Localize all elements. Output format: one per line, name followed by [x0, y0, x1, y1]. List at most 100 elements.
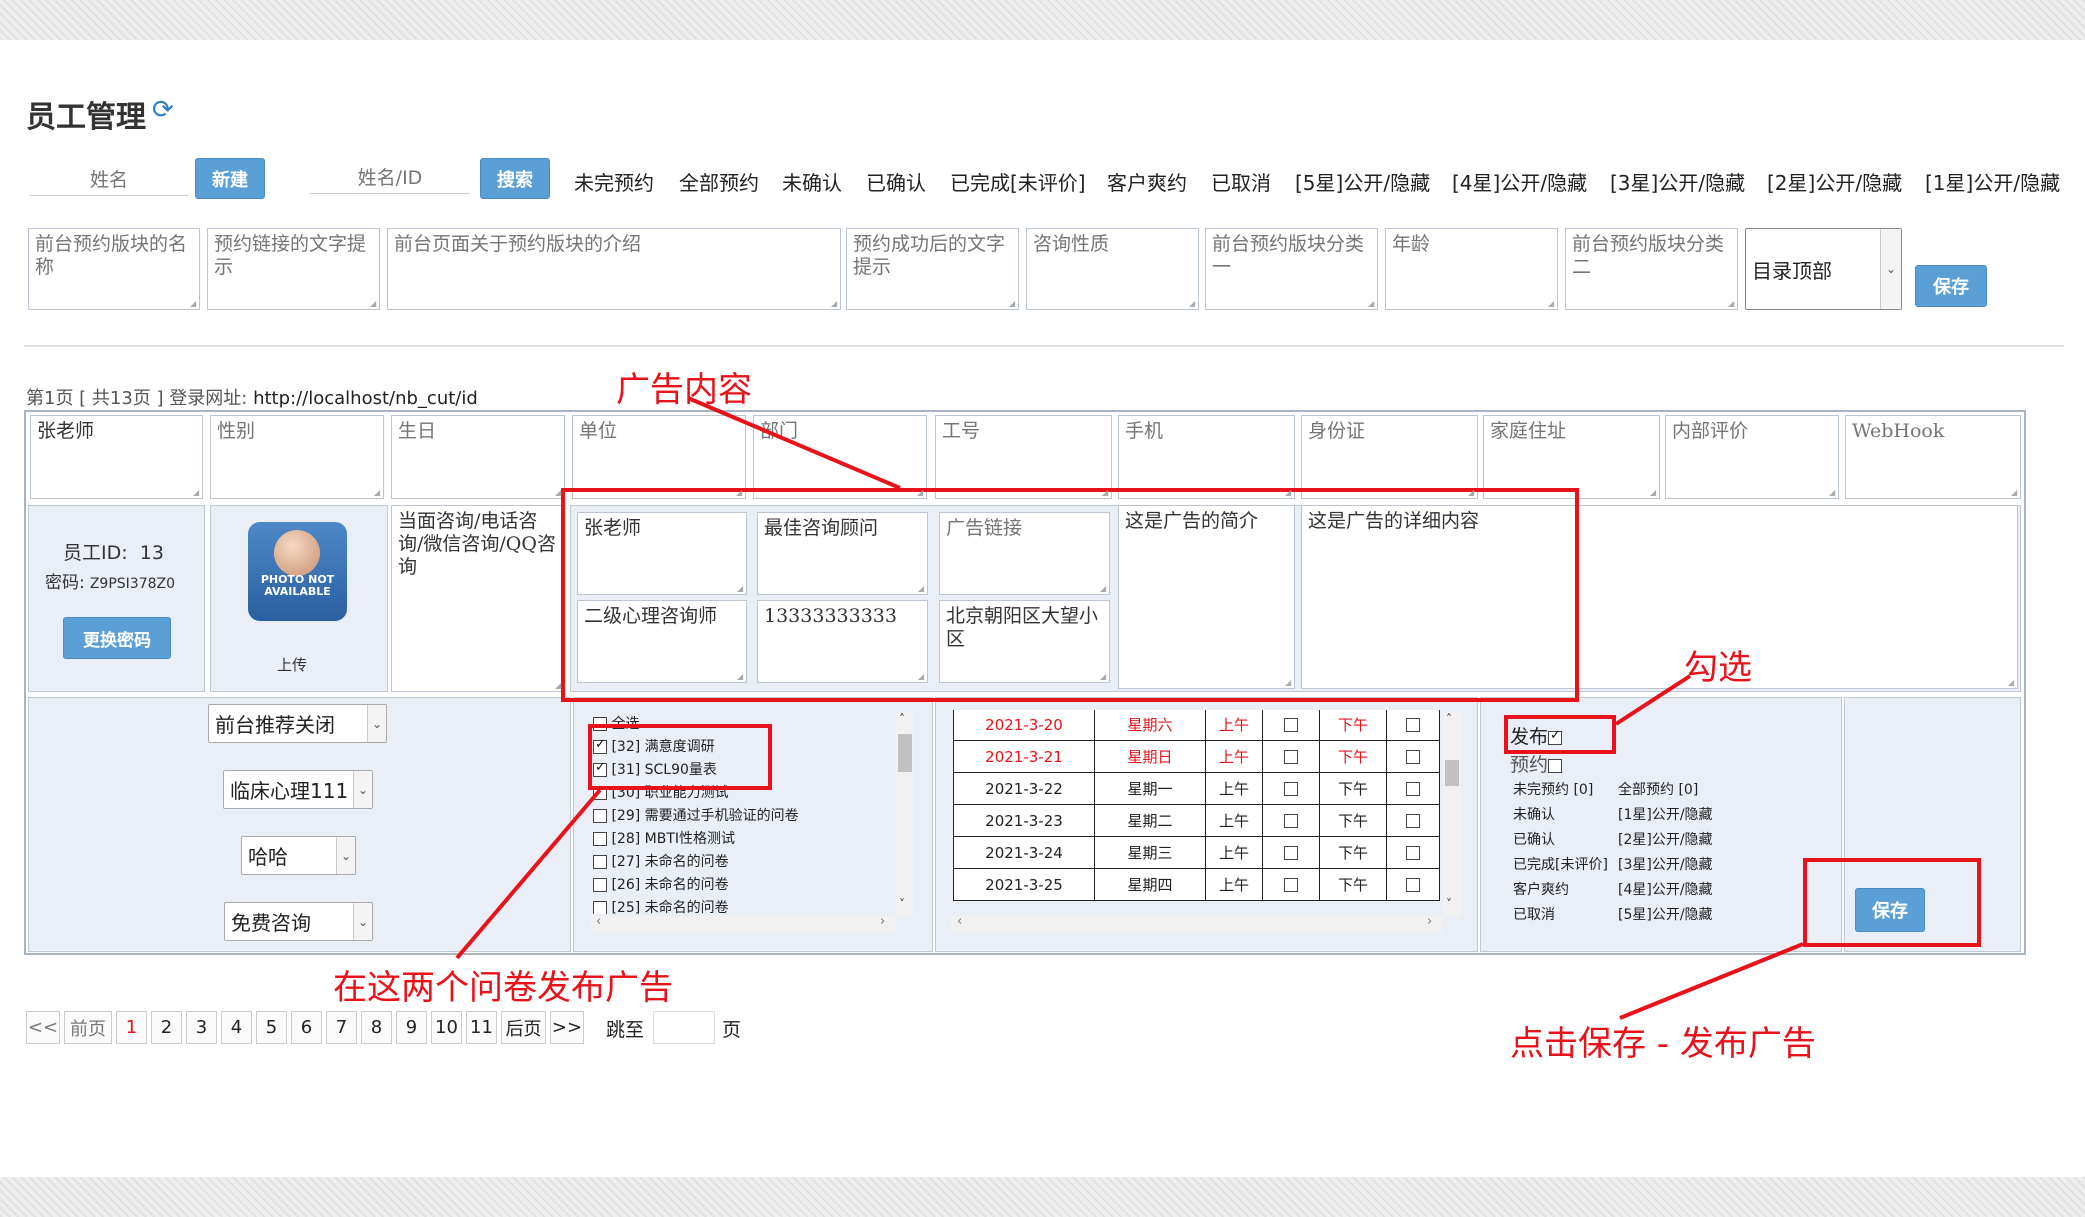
change-password-button[interactable]: 更换密码	[63, 617, 171, 659]
resize-grip-icon[interactable]: ◢	[555, 488, 561, 497]
pm-checkbox[interactable]	[1406, 846, 1420, 860]
unit-field[interactable]	[572, 415, 746, 499]
scroll-right-icon[interactable]: ›	[1427, 914, 1432, 929]
page-5-button[interactable]: 5	[256, 1011, 287, 1044]
booking-checkbox[interactable]	[1548, 758, 1563, 773]
resize-grip-icon[interactable]: ◢	[555, 681, 561, 690]
filter-link-1[interactable]: 全部预约	[679, 167, 759, 196]
pm-checkbox[interactable]	[1406, 718, 1420, 732]
stat-link[interactable]: 未确认	[1513, 803, 1618, 828]
category-select[interactable]: 临床心理111 ⌄	[223, 770, 373, 809]
schedule-pm-slot[interactable]	[1386, 868, 1440, 901]
resize-grip-icon[interactable]: ◢	[737, 672, 743, 681]
schedule-am-slot[interactable]	[1262, 740, 1320, 773]
schedule-am-slot[interactable]	[1262, 868, 1320, 901]
am-checkbox[interactable]	[1284, 782, 1298, 796]
filter-link-10[interactable]: [2星]公开/隐藏	[1767, 167, 1902, 196]
questionnaire-checkbox[interactable]	[593, 855, 607, 869]
scroll-left-icon[interactable]: ‹	[957, 914, 962, 929]
page-2-button[interactable]: 2	[151, 1011, 182, 1044]
age-field[interactable]	[1385, 228, 1558, 310]
questionnaire-checkbox[interactable]	[593, 901, 607, 914]
resize-grip-icon[interactable]: ◢	[736, 488, 742, 497]
stat-link[interactable]: 未完预约 [0]	[1513, 778, 1618, 803]
questionnaire-item[interactable]: [28] MBTI性格测试	[593, 828, 735, 848]
stat-link[interactable]: 已完成[未评价]	[1513, 853, 1618, 878]
resize-grip-icon[interactable]: ◢	[374, 488, 380, 497]
page-7-button[interactable]: 7	[326, 1011, 357, 1044]
employee-name-field[interactable]: 张老师	[30, 415, 203, 499]
questionnaire-checkbox[interactable]	[593, 878, 607, 892]
search-input[interactable]	[310, 162, 470, 194]
filter-link-5[interactable]: 客户爽约	[1107, 167, 1187, 196]
resize-grip-icon[interactable]: ◢	[831, 299, 837, 308]
refresh-icon[interactable]: ⟳	[152, 95, 174, 125]
resize-grip-icon[interactable]: ◢	[1728, 299, 1734, 308]
consult-type-select[interactable]: 免费咨询 ⌄	[224, 902, 373, 941]
stat-link[interactable]: 全部预约 [0]	[1618, 782, 1698, 798]
am-checkbox[interactable]	[1284, 878, 1298, 892]
schedule-pm-slot[interactable]	[1386, 772, 1440, 805]
recommend-select[interactable]: 前台推荐关闭 ⌄	[208, 704, 387, 743]
resize-grip-icon[interactable]: ◢	[1189, 299, 1195, 308]
stat-link[interactable]: 已取消	[1513, 903, 1618, 928]
next-page-button[interactable]: 后页	[501, 1011, 546, 1044]
last-page-button[interactable]: >>	[550, 1011, 584, 1044]
department-field[interactable]	[753, 415, 927, 499]
pm-checkbox[interactable]	[1406, 782, 1420, 796]
directory-select[interactable]: 目录顶部 ⌄	[1745, 228, 1902, 310]
birthday-field[interactable]	[391, 415, 565, 499]
schedule-pm-slot[interactable]	[1386, 710, 1440, 741]
questionnaire-hscrollbar[interactable]: ‹ ›	[590, 914, 896, 932]
search-button[interactable]: 搜索	[480, 158, 550, 199]
resize-grip-icon[interactable]: ◢	[1100, 584, 1106, 593]
questionnaire-checkbox[interactable]	[593, 809, 607, 823]
pm-checkbox[interactable]	[1406, 878, 1420, 892]
booking-name-field[interactable]	[28, 228, 200, 310]
resize-grip-icon[interactable]: ◢	[1102, 488, 1108, 497]
schedule-am-slot[interactable]	[1262, 772, 1320, 805]
filter-link-11[interactable]: [1星]公开/隐藏	[1925, 167, 2060, 196]
schedule-scroll-thumb[interactable]	[1445, 760, 1459, 786]
name-input[interactable]	[30, 164, 188, 196]
prev-page-button[interactable]: 前页	[64, 1011, 112, 1044]
upload-link[interactable]: 上传	[277, 654, 307, 675]
stat-link[interactable]: [4星]公开/隐藏	[1618, 882, 1713, 898]
filter-link-2[interactable]: 未确认	[782, 167, 842, 196]
schedule-pm-slot[interactable]	[1386, 836, 1440, 869]
resize-grip-icon[interactable]: ◢	[1650, 488, 1656, 497]
stat-link[interactable]: [3星]公开/隐藏	[1618, 857, 1713, 873]
page-1-button[interactable]: 1	[116, 1011, 147, 1044]
resize-grip-icon[interactable]: ◢	[1285, 488, 1291, 497]
booking-category1-field[interactable]	[1205, 228, 1378, 310]
filter-link-4[interactable]: 已完成[未评价]	[950, 167, 1086, 196]
booking-success-tip-field[interactable]	[846, 228, 1019, 310]
home-address-field[interactable]	[1483, 415, 1660, 499]
resize-grip-icon[interactable]: ◢	[1285, 678, 1291, 687]
stat-link[interactable]: 已确认	[1513, 828, 1618, 853]
login-url[interactable]: http://localhost/nb_cut/id	[253, 388, 478, 409]
scroll-down-icon[interactable]: ˅	[1446, 897, 1452, 911]
filter-link-8[interactable]: [4星]公开/隐藏	[1452, 167, 1587, 196]
stat-link[interactable]: [5星]公开/隐藏	[1618, 907, 1713, 923]
resize-grip-icon[interactable]: ◢	[1100, 672, 1106, 681]
questionnaire-checkbox[interactable]	[593, 832, 607, 846]
resize-grip-icon[interactable]: ◢	[370, 299, 376, 308]
scroll-up-icon[interactable]: ˄	[1446, 712, 1452, 726]
am-checkbox[interactable]	[1284, 846, 1298, 860]
filter-link-7[interactable]: [5星]公开/隐藏	[1295, 167, 1430, 196]
booking-link-tip-field[interactable]	[207, 228, 380, 310]
page-8-button[interactable]: 8	[361, 1011, 392, 1044]
page-3-button[interactable]: 3	[186, 1011, 217, 1044]
resize-grip-icon[interactable]: ◢	[918, 584, 924, 593]
questionnaire-scroll-thumb[interactable]	[898, 734, 912, 772]
scroll-down-icon[interactable]: ˅	[899, 897, 905, 911]
page-11-button[interactable]: 11	[466, 1011, 497, 1044]
questionnaire-item[interactable]: [26] 未命名的问卷	[593, 874, 729, 894]
resize-grip-icon[interactable]: ◢	[1548, 299, 1554, 308]
scroll-left-icon[interactable]: ‹	[596, 914, 601, 929]
config-save-button[interactable]: 保存	[1915, 265, 1987, 307]
schedule-am-slot[interactable]	[1262, 710, 1320, 741]
page-10-button[interactable]: 10	[431, 1011, 462, 1044]
resize-grip-icon[interactable]: ◢	[1368, 299, 1374, 308]
